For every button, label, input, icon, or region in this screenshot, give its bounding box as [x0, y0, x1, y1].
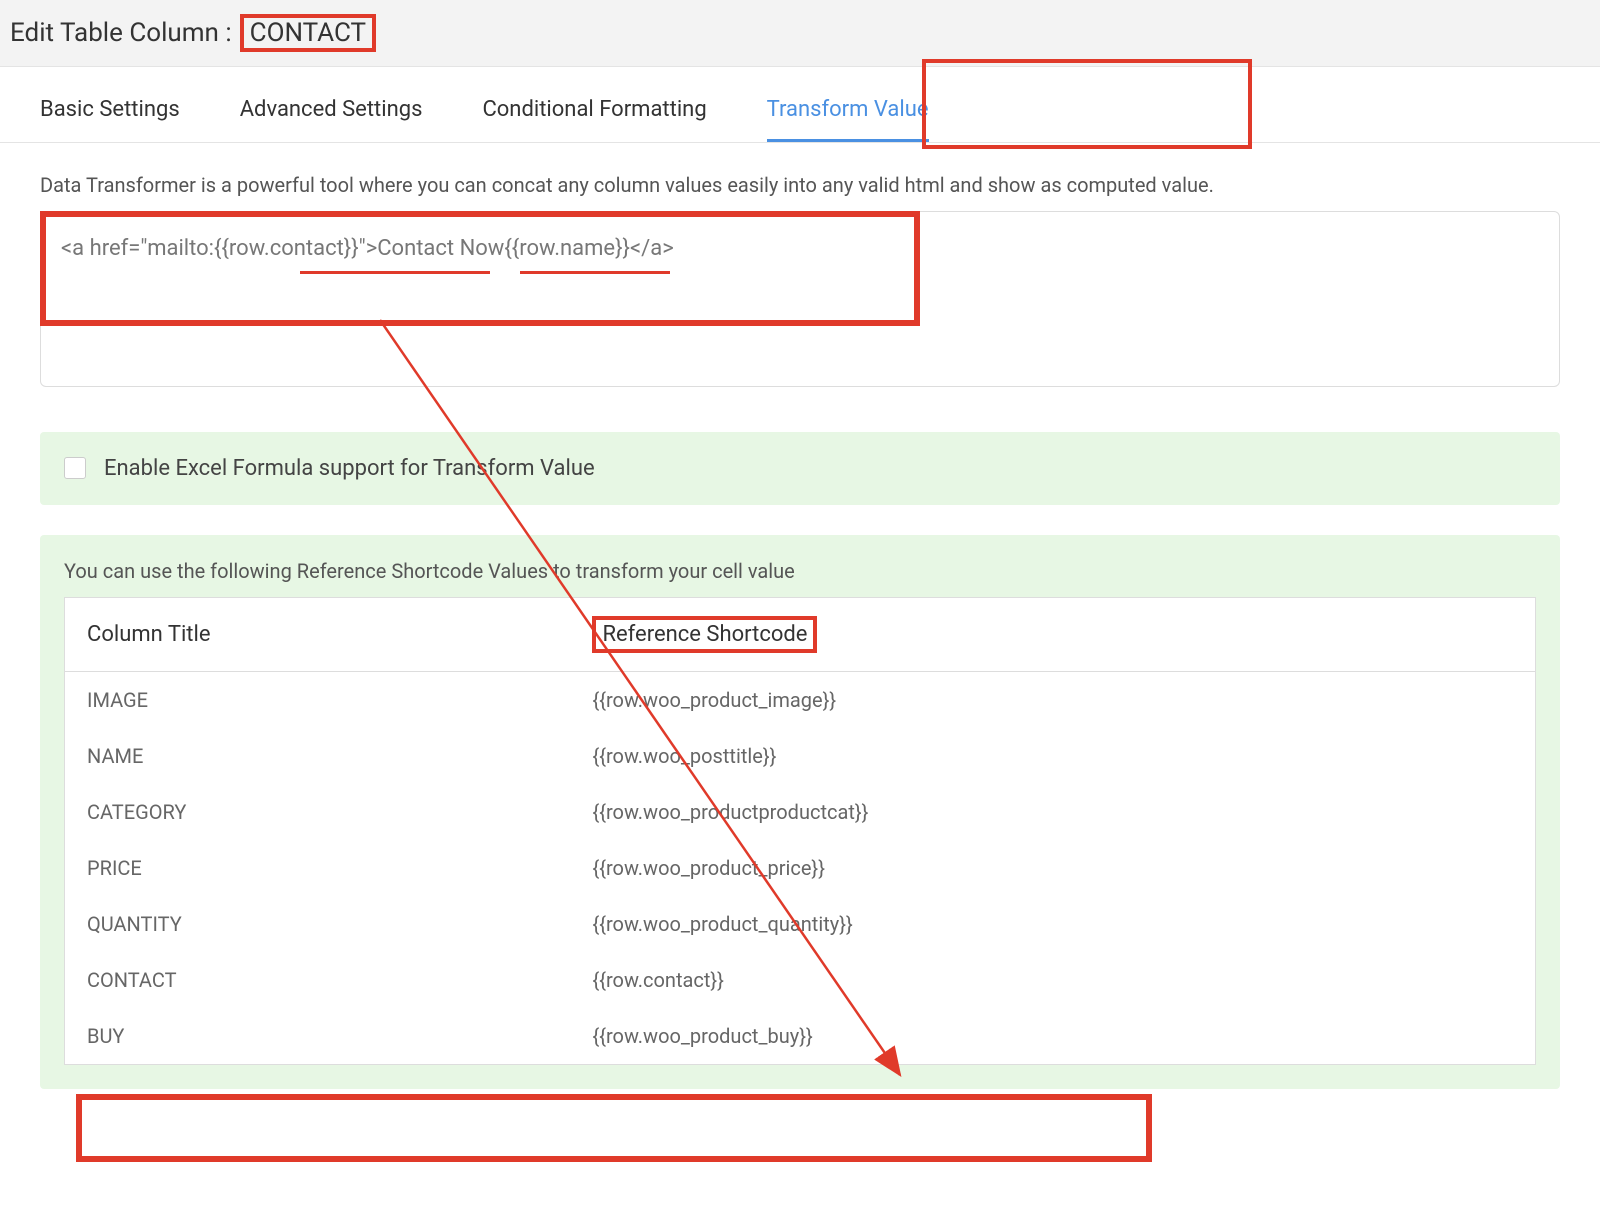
tab-basic-settings[interactable]: Basic Settings: [40, 97, 180, 142]
cell-title: BUY: [65, 1008, 571, 1065]
th-reference-shortcode: Reference Shortcode: [570, 597, 1535, 671]
shortcode-section: You can use the following Reference Shor…: [40, 535, 1560, 1089]
tabs-bar: Basic Settings Advanced Settings Conditi…: [0, 67, 1600, 143]
table-row: BUY {{row.woo_product_buy}}: [65, 1008, 1536, 1065]
transformer-description: Data Transformer is a powerful tool wher…: [40, 173, 1560, 197]
header-title-prefix: Edit Table Column :: [10, 18, 232, 48]
tab-transform-value[interactable]: Transform Value: [767, 97, 929, 142]
cell-title: IMAGE: [65, 671, 571, 728]
cell-code: {{row.woo_productproductcat}}: [570, 784, 1535, 840]
content-area: Data Transformer is a powerful tool wher…: [0, 143, 1600, 1119]
highlight-box-tab: [922, 59, 1252, 149]
header-column-name: CONTACT: [240, 14, 376, 52]
transform-textarea-wrap: [40, 211, 1560, 392]
cell-code: {{row.woo_product_buy}}: [570, 1008, 1535, 1065]
page-header: Edit Table Column : CONTACT: [0, 0, 1600, 67]
cell-title: NAME: [65, 728, 571, 784]
cell-title: PRICE: [65, 840, 571, 896]
cell-title: CONTACT: [65, 952, 571, 1008]
transform-value-input[interactable]: [40, 211, 1560, 387]
tab-conditional-formatting[interactable]: Conditional Formatting: [482, 97, 706, 142]
excel-formula-label: Enable Excel Formula support for Transfo…: [104, 456, 595, 481]
highlight-box-th-reference: Reference Shortcode: [592, 616, 817, 653]
shortcode-table-header-row: Column Title Reference Shortcode: [65, 597, 1536, 671]
table-row: QUANTITY {{row.woo_product_quantity}}: [65, 896, 1536, 952]
cell-title: QUANTITY: [65, 896, 571, 952]
cell-title: CATEGORY: [65, 784, 571, 840]
table-row: NAME {{row.woo_posttitle}}: [65, 728, 1536, 784]
shortcode-intro: You can use the following Reference Shor…: [64, 559, 1536, 583]
tab-advanced-settings[interactable]: Advanced Settings: [240, 97, 423, 142]
cell-code: {{row.woo_product_price}}: [570, 840, 1535, 896]
shortcode-table: Column Title Reference Shortcode IMAGE {…: [64, 597, 1536, 1065]
th-column-title: Column Title: [65, 597, 571, 671]
cell-code: {{row.contact}}: [570, 952, 1535, 1008]
table-row: CONTACT {{row.contact}}: [65, 952, 1536, 1008]
table-row: PRICE {{row.woo_product_price}}: [65, 840, 1536, 896]
excel-formula-checkbox[interactable]: [64, 457, 86, 479]
table-row: CATEGORY {{row.woo_productproductcat}}: [65, 784, 1536, 840]
cell-code: {{row.woo_product_quantity}}: [570, 896, 1535, 952]
excel-formula-panel: Enable Excel Formula support for Transfo…: [40, 432, 1560, 505]
table-row: IMAGE {{row.woo_product_image}}: [65, 671, 1536, 728]
cell-code: {{row.woo_product_image}}: [570, 671, 1535, 728]
cell-code: {{row.woo_posttitle}}: [570, 728, 1535, 784]
